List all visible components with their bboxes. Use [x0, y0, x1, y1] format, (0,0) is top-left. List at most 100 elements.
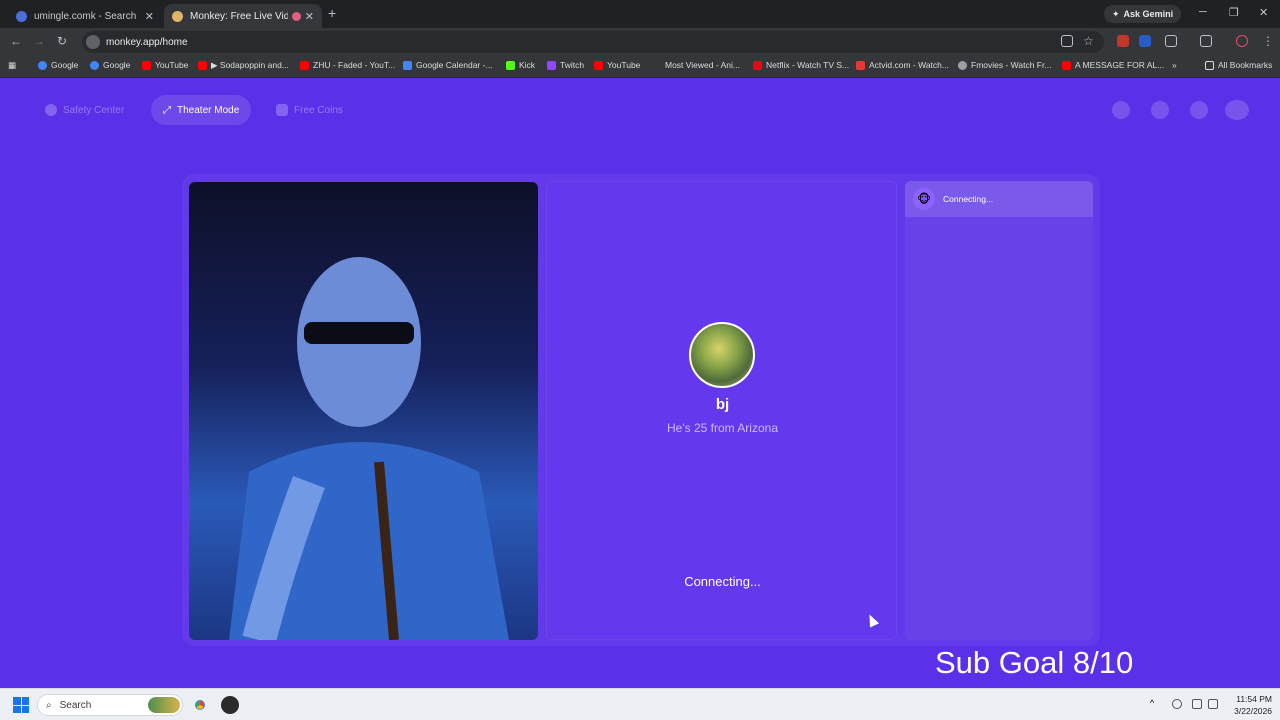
bookmark-label: ▶ Sodapoppin and...: [211, 60, 289, 70]
chrome-taskbar-icon[interactable]: [191, 696, 209, 714]
bookmark-item[interactable]: Netflix - Watch TV S...: [753, 60, 849, 70]
extensions-puzzle-icon[interactable]: [1165, 35, 1177, 47]
monkey-favicon-icon: [172, 10, 183, 22]
new-tab-button[interactable]: +: [328, 5, 336, 21]
calendar-icon: [403, 60, 412, 70]
bookmark-label: Google Calendar -...: [416, 60, 493, 70]
search-highlight-image: [148, 697, 180, 713]
monkey-icon: 🐵: [913, 188, 935, 210]
bookmark-item[interactable]: YouTube: [594, 60, 640, 70]
volume-icon[interactable]: [1208, 699, 1218, 709]
google-icon: [38, 60, 47, 70]
bookmark-item[interactable]: Google: [90, 60, 130, 70]
bookmark-label: Kick: [519, 60, 536, 70]
address-bar[interactable]: monkey.app/home: [82, 31, 1104, 53]
self-camera-feed: [189, 182, 538, 640]
globe-icon: [958, 60, 967, 70]
bookmark-label: Fmovies - Watch Fr...: [971, 60, 1052, 70]
monkey-app-page: Safety Center ⤢ Theater Mode Free Coins …: [0, 79, 1280, 688]
bookmark-star-icon[interactable]: ☆: [1083, 34, 1094, 48]
tab-close-button[interactable]: ✕: [305, 10, 314, 23]
chat-panel: 🐵 Connecting...: [905, 181, 1093, 640]
chat-header: 🐵 Connecting...: [905, 181, 1093, 217]
bookmark-item[interactable]: Actvid.com - Watch...: [856, 60, 949, 70]
bookmark-label: Google: [103, 60, 131, 70]
profile-icon[interactable]: [1112, 101, 1130, 119]
bookmark-item[interactable]: ▶ Sodapoppin and...: [198, 60, 289, 71]
bookmark-item[interactable]: Most Viewed - Ani...: [652, 60, 740, 70]
youtube-icon: [198, 61, 207, 70]
safety-center-label: Safety Center: [63, 104, 125, 116]
bookmarks-overflow-button[interactable]: »: [1172, 60, 1177, 70]
webcam-person-image: [229, 257, 509, 640]
browser-tab-strip: umingle.comk - Search ✕ Monkey: Free Liv…: [0, 0, 1280, 28]
bookmark-label: A MESSAGE FOR AL...: [1075, 60, 1165, 70]
bookmark-label: Most Viewed - Ani...: [665, 60, 740, 70]
theater-mode-button[interactable]: ⤢ Theater Mode: [151, 95, 252, 125]
messages-icon[interactable]: [1190, 101, 1208, 119]
expand-icon: ⤢: [163, 104, 171, 116]
safety-center-link[interactable]: Safety Center: [33, 95, 136, 125]
bookmark-item[interactable]: A MESSAGE FOR AL...: [1062, 60, 1164, 70]
bookmark-item[interactable]: Twitch: [547, 60, 584, 70]
microphone-icon[interactable]: [1172, 699, 1182, 709]
minimize-button[interactable]: ─: [1199, 6, 1207, 18]
bookmark-item[interactable]: Kick: [506, 60, 535, 70]
side-panel-icon[interactable]: [1200, 35, 1212, 47]
url-text: monkey.app/home: [106, 36, 188, 48]
bookmark-label: Twitch: [560, 60, 585, 70]
stranger-description: He's 25 from Arizona: [666, 421, 778, 435]
free-coins-link[interactable]: Free Coins: [264, 95, 355, 125]
history-icon[interactable]: [1151, 101, 1169, 119]
stream-sub-goal-overlay: Sub Goal 8/10: [935, 645, 1134, 680]
bookmark-item[interactable]: YouTube: [142, 60, 188, 70]
maximize-button[interactable]: ❐: [1229, 6, 1239, 19]
extension-icon[interactable]: [1139, 35, 1151, 47]
bookmark-item[interactable]: Google Calendar -...: [403, 60, 493, 70]
apps-grid-icon[interactable]: ▦: [8, 60, 16, 71]
back-button[interactable]: ←: [10, 34, 22, 48]
obs-taskbar-icon[interactable]: [221, 696, 239, 714]
install-app-icon[interactable]: [1061, 35, 1073, 47]
browser-tab[interactable]: umingle.comk - Search ✕: [8, 4, 162, 28]
tray-overflow-icon[interactable]: ^: [1150, 698, 1160, 708]
ask-gemini-button[interactable]: ✦ Ask Gemini: [1104, 5, 1182, 23]
twitch-icon: [547, 60, 556, 70]
bookmark-label: Netflix - Watch TV S...: [766, 60, 850, 70]
user-avatar-icon[interactable]: [1225, 100, 1249, 120]
all-bookmarks-label: All Bookmarks: [1218, 60, 1273, 70]
bookmark-item[interactable]: Fmovies - Watch Fr...: [958, 60, 1051, 70]
kick-icon: [506, 60, 515, 70]
stranger-name: bj: [715, 396, 730, 413]
connecting-status: Connecting...: [684, 574, 761, 589]
taskbar-clock[interactable]: 11:54 PM 3/22/2026: [1234, 693, 1272, 717]
google-icon: [90, 60, 99, 70]
forward-button[interactable]: →: [33, 34, 45, 48]
netflix-icon: [753, 60, 762, 70]
ask-gemini-label: Ask Gemini: [1123, 9, 1174, 19]
profile-avatar-icon[interactable]: [1236, 35, 1248, 47]
windows-start-icon[interactable]: [13, 697, 29, 713]
close-window-button[interactable]: ✕: [1259, 6, 1268, 19]
chrome-menu-icon[interactable]: ⋮: [1262, 34, 1274, 48]
all-bookmarks-button[interactable]: All Bookmarks: [1205, 60, 1272, 70]
network-icon[interactable]: [1192, 699, 1202, 709]
youtube-icon: [142, 60, 151, 70]
actvid-icon: [856, 60, 865, 70]
gemini-sparkle-icon: ✦: [1112, 8, 1120, 19]
search-icon: [16, 10, 27, 22]
youtube-icon: [1062, 60, 1071, 70]
bookmark-item[interactable]: Google: [38, 60, 78, 70]
theater-mode-label: Theater Mode: [177, 104, 240, 116]
reload-button[interactable]: ↻: [57, 34, 67, 48]
bookmark-item[interactable]: ZHU - Faded - YouT...: [300, 60, 395, 70]
bookmark-label: Google: [51, 60, 79, 70]
youtube-icon: [300, 60, 309, 70]
extension-icon[interactable]: [1117, 35, 1129, 47]
browser-tab-active[interactable]: Monkey: Free Live Video Ch ✕: [164, 4, 322, 28]
site-info-icon[interactable]: [86, 35, 100, 49]
taskbar-search-label: Search: [59, 699, 92, 711]
taskbar-search[interactable]: ⌕ Search: [37, 694, 183, 716]
tab-close-button[interactable]: ✕: [145, 10, 154, 23]
tab-title: Monkey: Free Live Video Ch: [190, 10, 288, 22]
